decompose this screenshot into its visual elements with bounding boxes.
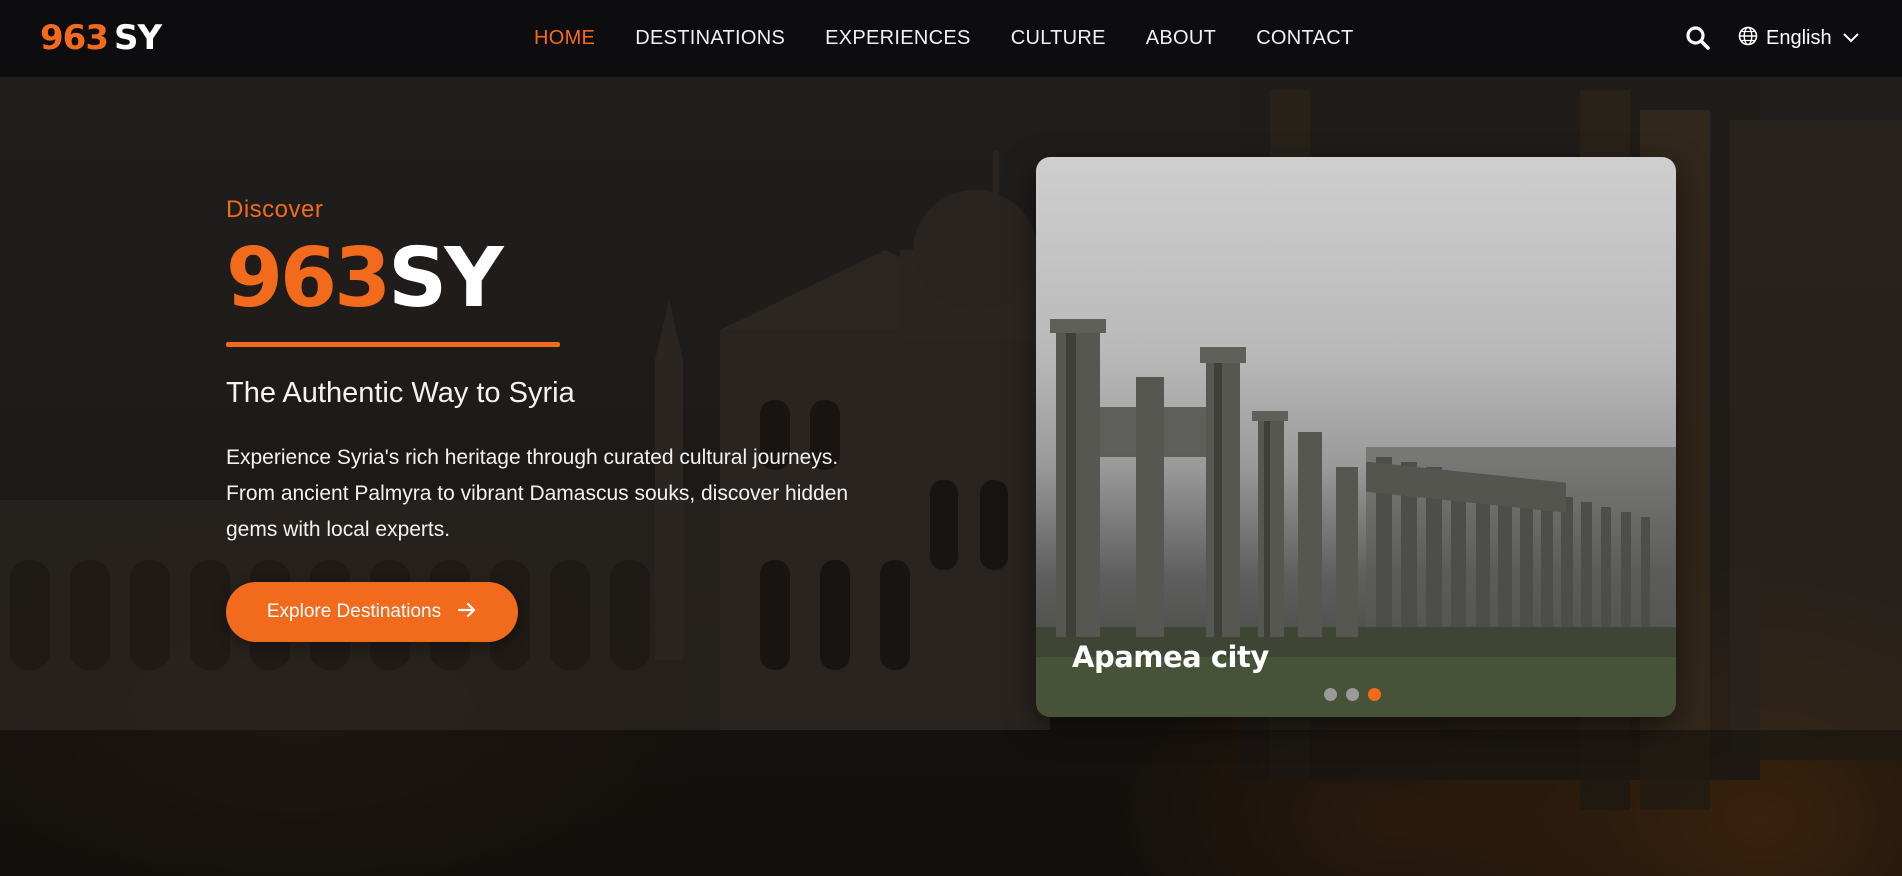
brand-logo-letters: SY <box>113 18 162 58</box>
hero-content: Discover 963SY The Authentic Way to Syri… <box>226 196 866 642</box>
nav-right-controls: English <box>1684 24 1860 52</box>
slider-dot-1[interactable] <box>1324 688 1337 701</box>
brand-logo[interactable]: 963 SY <box>40 18 162 58</box>
nav-item-experiences[interactable]: EXPERIENCES <box>825 27 971 50</box>
slider-dots <box>1324 688 1390 701</box>
globe-icon <box>1738 26 1758 50</box>
slider-dot-3[interactable] <box>1368 688 1381 701</box>
nav-item-culture[interactable]: CULTURE <box>1011 27 1106 50</box>
main-nav: HOME DESTINATIONS EXPERIENCES CULTURE AB… <box>534 27 1393 50</box>
hero-title: 963SY <box>226 238 866 320</box>
destination-slider-card[interactable]: Apamea city <box>1036 157 1676 717</box>
nav-item-destinations[interactable]: DESTINATIONS <box>635 27 785 50</box>
hero-tagline: The Authentic Way to Syria <box>226 377 575 409</box>
nav-item-home[interactable]: HOME <box>534 27 595 50</box>
top-navbar: 963 SY HOME DESTINATIONS EXPERIENCES CULT… <box>0 0 1902 78</box>
title-underline <box>226 342 560 347</box>
slide-caption: Apamea city <box>1072 640 1269 674</box>
hero-title-letters: SY <box>388 231 503 326</box>
explore-destinations-button[interactable]: Explore Destinations <box>226 582 518 642</box>
nav-item-about[interactable]: ABOUT <box>1146 27 1216 50</box>
hero-description: Experience Syria's rich heritage through… <box>226 446 849 541</box>
language-label: English <box>1766 26 1832 49</box>
nav-item-contact[interactable]: CONTACT <box>1256 27 1353 50</box>
hero-title-number: 963 <box>226 231 391 326</box>
cta-label: Explore Destinations <box>266 601 442 622</box>
slider-dot-2[interactable] <box>1346 688 1359 701</box>
language-selector[interactable]: English <box>1738 26 1860 50</box>
apamea-ruins-image <box>1036 319 1676 717</box>
hero-eyebrow: Discover <box>226 196 324 223</box>
arrow-right-icon <box>457 601 477 623</box>
brand-logo-number: 963 <box>40 18 109 58</box>
chevron-down-icon <box>1842 29 1860 48</box>
search-icon[interactable] <box>1684 24 1712 52</box>
